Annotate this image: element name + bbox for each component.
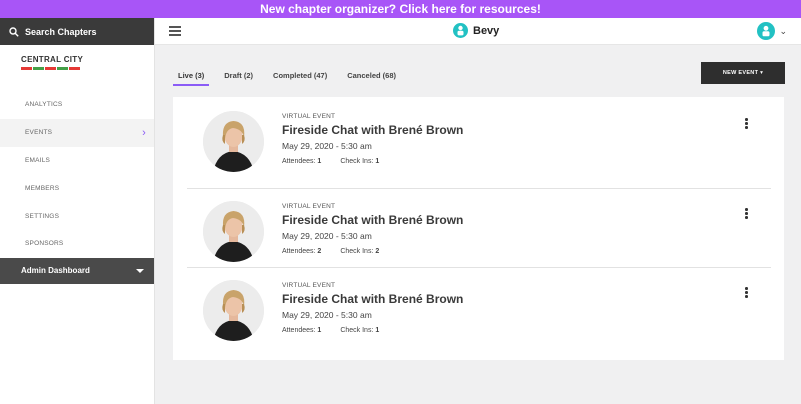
sidebar-item-emails[interactable]: EMAILS [0,147,154,175]
top-bar: Bevy ⌄ [155,18,801,45]
event-stats: Attendees: 1 Check Ins: 1 [282,327,398,334]
attendees-stat: Attendees: 1 [282,327,321,334]
checkins-count: 1 [375,327,380,334]
checkins-label: Check Ins: [340,158,374,165]
attendees-label: Attendees: [282,327,316,334]
checkins-label: Check Ins: [340,248,374,255]
sidebar: Search Chapters CENTRAL CITY ANALYTICS E… [0,18,155,404]
event-tabs: Live (3) Draft (2) Completed (47) Cancel… [173,69,411,86]
search-chapters-button[interactable]: Search Chapters [0,18,154,45]
event-type: VIRTUAL EVENT [282,113,336,120]
tab-draft[interactable]: Draft (2) [219,69,258,86]
attendees-count: 2 [317,248,322,255]
attendees-label: Attendees: [282,248,316,255]
event-item[interactable]: VIRTUAL EVENT Fireside Chat with Brené B… [187,193,771,271]
event-title[interactable]: Fireside Chat with Brené Brown [282,292,463,306]
attendees-label: Attendees: [282,158,316,165]
sidebar-item-sponsors[interactable]: SPONSORS [0,230,154,258]
stripe-segment [33,67,44,70]
sidebar-item-label: SETTINGS [25,212,60,220]
sidebar-item-label: EVENTS [25,129,53,137]
sidebar-item-analytics[interactable]: ANALYTICS [0,91,154,119]
attendees-stat: Attendees: 2 [282,248,321,255]
event-date: May 29, 2020 - 5:30 am [282,310,372,320]
attendees-stat: Attendees: 1 [282,158,321,165]
event-item[interactable]: VIRTUAL EVENT Fireside Chat with Brené B… [187,103,771,181]
event-stats: Attendees: 2 Check Ins: 2 [282,248,398,255]
more-options-icon[interactable] [745,118,749,130]
checkins-stat: Check Ins: 2 [340,248,379,255]
caret-down-icon [136,268,144,273]
user-menu-button[interactable]: ⌄ [757,22,787,40]
admin-dashboard-dropdown[interactable]: Admin Dashboard [0,257,154,284]
more-options-icon[interactable] [745,208,749,220]
more-options-icon[interactable] [745,287,749,299]
new-event-button[interactable]: NEW EVENT ▾ [701,62,785,84]
attendees-count: 1 [317,327,322,334]
sidebar-item-members[interactable]: MEMBERS [0,174,154,202]
search-icon [9,26,19,37]
divider [187,267,771,268]
attendees-count: 1 [317,158,322,165]
checkins-label: Check Ins: [340,327,374,334]
brand-logo[interactable]: Bevy [453,23,499,38]
stripe-segment [57,67,68,70]
stripe-segment [69,67,80,70]
hamburger-icon[interactable] [169,26,181,36]
sidebar-item-label: SPONSORS [25,240,64,248]
speaker-photo [203,280,264,341]
chevron-down-icon: ⌄ [779,25,787,36]
checkins-stat: Check Ins: 1 [340,327,379,334]
event-type: VIRTUAL EVENT [282,203,336,210]
tab-canceled[interactable]: Canceled (68) [342,69,401,86]
checkins-count: 1 [375,158,380,165]
chapter-color-stripe [21,67,81,70]
brand-name: Bevy [473,24,500,37]
search-chapters-label: Search Chapters [25,26,97,37]
tab-completed[interactable]: Completed (47) [268,69,332,86]
chapter-name: CENTRAL CITY [21,55,84,64]
sidebar-item-events[interactable]: EVENTS › [0,118,154,147]
event-item[interactable]: VIRTUAL EVENT Fireside Chat with Brené B… [187,272,771,350]
speaker-photo [203,201,264,262]
sidebar-item-label: EMAILS [25,156,51,164]
event-title[interactable]: Fireside Chat with Brené Brown [282,213,463,227]
events-list: VIRTUAL EVENT Fireside Chat with Brené B… [173,97,784,360]
event-title[interactable]: Fireside Chat with Brené Brown [282,123,463,137]
sidebar-nav: ANALYTICS EVENTS › EMAILS MEMBERS SETTING… [0,91,154,258]
sidebar-item-label: ANALYTICS [25,101,63,109]
event-date: May 29, 2020 - 5:30 am [282,141,372,151]
stripe-segment [21,67,32,70]
chapter-header: CENTRAL CITY [0,45,154,91]
chevron-right-icon: › [142,126,146,139]
announcement-banner[interactable]: New chapter organizer? Click here for re… [0,0,801,18]
tab-live[interactable]: Live (3) [173,69,210,86]
user-avatar-icon [757,22,776,40]
admin-dashboard-label: Admin Dashboard [21,266,90,276]
event-date: May 29, 2020 - 5:30 am [282,231,372,241]
speaker-photo [203,111,264,172]
checkins-count: 2 [375,248,380,255]
stripe-segment [45,67,56,70]
bevy-logo-icon [453,23,468,38]
sidebar-item-settings[interactable]: SETTINGS [0,202,154,230]
checkins-stat: Check Ins: 1 [340,158,379,165]
event-type: VIRTUAL EVENT [282,282,336,289]
divider [187,188,771,189]
event-stats: Attendees: 1 Check Ins: 1 [282,158,398,165]
sidebar-item-label: MEMBERS [25,184,60,192]
main-content: Live (3) Draft (2) Completed (47) Cancel… [155,45,801,404]
